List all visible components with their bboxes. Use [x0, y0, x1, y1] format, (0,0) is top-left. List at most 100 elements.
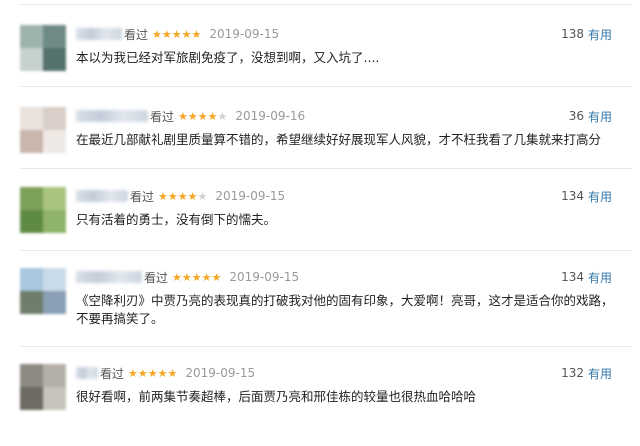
- star-filled-icon: ★: [211, 270, 222, 284]
- comment-text: 《空降利刃》中贾乃亮的表现真的打破我对他的固有印象，大爱啊！亮哥，这才是适合你的…: [76, 293, 614, 326]
- vote-count: 134: [561, 189, 584, 203]
- vote-count: 134: [561, 270, 584, 284]
- username[interactable]: [76, 28, 122, 40]
- star-filled-icon: ★: [191, 27, 202, 41]
- comment-meta: 看过 ★★★★★ 2019-09-15: [76, 187, 285, 205]
- useful-button[interactable]: 有用: [588, 188, 612, 205]
- comment-meta: 看过 ★★★★★ 2019-09-15: [76, 25, 279, 43]
- vote-count: 132: [561, 366, 584, 380]
- star-filled-icon: ★: [181, 270, 192, 284]
- useful-button[interactable]: 有用: [588, 365, 612, 382]
- comment-text: 很好看啊，前两集节奏超棒，后面贾乃亮和邢佳栋的较量也很热血哈哈哈: [76, 389, 477, 404]
- avatar-tile: [20, 107, 43, 130]
- vote-count: 138: [561, 27, 584, 41]
- avatar-tile: [20, 130, 43, 153]
- useful-button[interactable]: 有用: [588, 108, 612, 125]
- comment-meta: 看过 ★★★★★ 2019-09-15: [76, 364, 255, 382]
- avatar[interactable]: [20, 364, 66, 410]
- avatar-tile: [20, 364, 43, 387]
- avatar[interactable]: [20, 187, 66, 233]
- vote-area: 132 有用: [561, 364, 612, 382]
- watch-status: 看过: [144, 270, 169, 285]
- avatar-tile: [43, 48, 66, 71]
- star-filled-icon: ★: [187, 189, 198, 203]
- rating-stars: ★★★★★: [152, 28, 201, 41]
- star-filled-icon: ★: [171, 27, 182, 41]
- star-filled-icon: ★: [167, 189, 178, 203]
- vote-area: 134 有用: [561, 268, 612, 286]
- comment-item: 看过 ★★★★★ 2019-09-15 138 有用 本以为我已经对军旅剧免疫了…: [0, 25, 640, 107]
- avatar-tile: [43, 187, 66, 210]
- useful-button[interactable]: 有用: [588, 269, 612, 286]
- star-empty-icon: ★: [217, 109, 228, 123]
- comment-divider: [20, 4, 632, 5]
- rating-stars: ★★★★★: [158, 190, 207, 203]
- comment-text: 在最近几部献礼剧里质量算不错的，希望继续好好展现军人风貌，才不枉我看了几集就来打…: [76, 132, 602, 147]
- comment-date: 2019-09-15: [209, 27, 280, 41]
- star-filled-icon: ★: [187, 109, 198, 123]
- watch-status: 看过: [150, 109, 175, 124]
- comment-date: 2019-09-15: [229, 270, 300, 284]
- vote-area: 138 有用: [561, 25, 612, 43]
- watch-status: 看过: [124, 27, 149, 42]
- avatar-tile: [20, 291, 43, 314]
- star-filled-icon: ★: [201, 270, 212, 284]
- star-filled-icon: ★: [172, 270, 182, 284]
- avatar[interactable]: [20, 268, 66, 314]
- rating-stars: ★★★★★: [178, 110, 227, 123]
- star-empty-icon: ★: [197, 189, 208, 203]
- star-filled-icon: ★: [207, 109, 218, 123]
- comment-text: 只有活着的勇士，没有倒下的懦夫。: [76, 212, 277, 227]
- vote-area: 134 有用: [561, 187, 612, 205]
- star-filled-icon: ★: [197, 109, 208, 123]
- avatar[interactable]: [20, 107, 66, 153]
- star-filled-icon: ★: [161, 27, 172, 41]
- star-filled-icon: ★: [157, 366, 168, 380]
- avatar-tile: [43, 291, 66, 314]
- username[interactable]: [76, 367, 98, 379]
- star-filled-icon: ★: [191, 270, 202, 284]
- avatar-tile: [20, 48, 43, 71]
- avatar-tile: [43, 210, 66, 233]
- watch-status: 看过: [130, 189, 155, 204]
- avatar-tile: [20, 387, 43, 410]
- comment-item: 看过 ★★★★★ 2019-09-15 134 有用 只有活着的勇士，没有倒下的…: [0, 187, 640, 269]
- avatar-tile: [43, 387, 66, 410]
- star-filled-icon: ★: [177, 189, 188, 203]
- rating-stars: ★★★★★: [172, 271, 221, 284]
- star-filled-icon: ★: [181, 27, 192, 41]
- star-filled-icon: ★: [128, 366, 138, 380]
- comment-date: 2019-09-16: [235, 109, 306, 123]
- avatar-tile: [43, 268, 66, 291]
- vote-count: 36: [568, 109, 584, 123]
- avatar-tile: [43, 107, 66, 130]
- star-filled-icon: ★: [137, 366, 148, 380]
- comment-text: 本以为我已经对军旅剧免疫了，没想到啊，又入坑了....: [76, 50, 380, 65]
- avatar-tile: [20, 268, 43, 291]
- comment-item: 看过 ★★★★★ 2019-09-15 132 有用 很好看啊，前两集节奏超棒，…: [0, 364, 640, 446]
- useful-button[interactable]: 有用: [588, 26, 612, 43]
- comment-item: 看过 ★★★★★ 2019-09-15 134 有用 《空降利刃》中贾乃亮的表现…: [0, 268, 640, 350]
- avatar-tile: [43, 25, 66, 48]
- comment-meta: 看过 ★★★★★ 2019-09-15: [76, 268, 299, 286]
- star-filled-icon: ★: [158, 189, 168, 203]
- star-filled-icon: ★: [152, 27, 162, 41]
- star-filled-icon: ★: [178, 109, 188, 123]
- avatar-tile: [20, 210, 43, 233]
- comment-date: 2019-09-15: [185, 366, 256, 380]
- avatar-tile: [43, 364, 66, 387]
- star-filled-icon: ★: [167, 366, 178, 380]
- vote-area: 36 有用: [569, 107, 612, 125]
- username[interactable]: [76, 271, 142, 283]
- comment-item: 看过 ★★★★★ 2019-09-16 36 有用 在最近几部献礼剧里质量算不错…: [0, 107, 640, 189]
- rating-stars: ★★★★★: [128, 367, 177, 380]
- avatar-tile: [43, 130, 66, 153]
- comment-meta: 看过 ★★★★★ 2019-09-16: [76, 107, 305, 125]
- watch-status: 看过: [100, 366, 125, 381]
- star-filled-icon: ★: [147, 366, 158, 380]
- username[interactable]: [76, 110, 148, 122]
- avatar-tile: [20, 187, 43, 210]
- avatar[interactable]: [20, 25, 66, 71]
- comment-date: 2019-09-15: [215, 189, 286, 203]
- username[interactable]: [76, 190, 128, 202]
